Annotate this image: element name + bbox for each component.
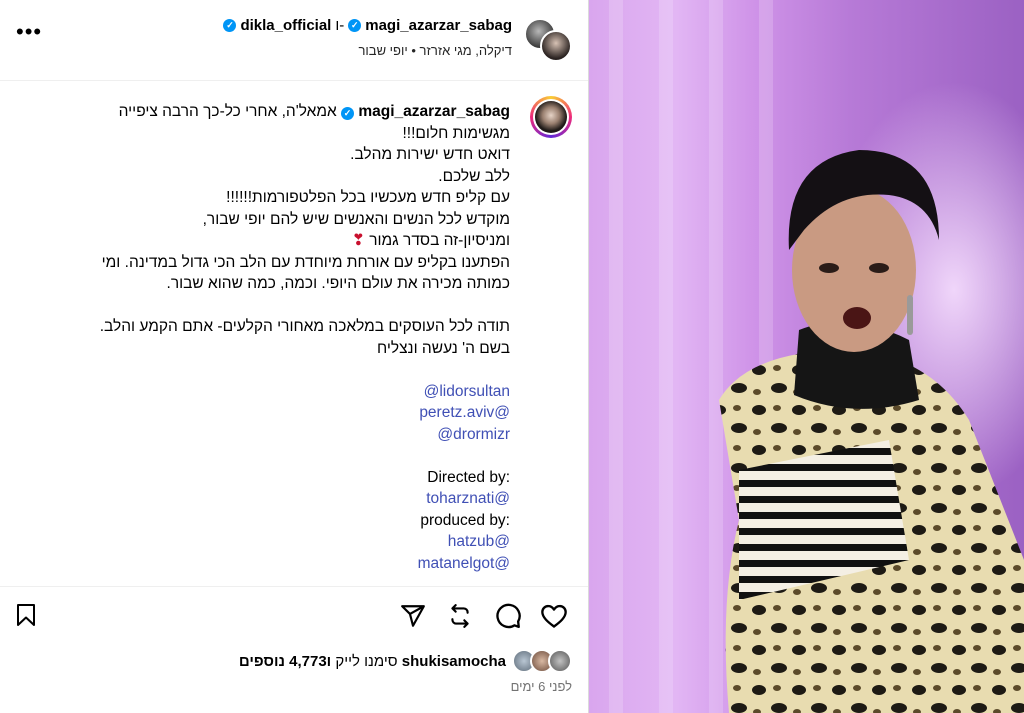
heart-icon[interactable] (540, 602, 568, 630)
caption-text: כמותה מכירה את עולם היופי. וכמה, כמה שהו… (166, 275, 510, 292)
mention-link[interactable]: matanelgot@ (418, 555, 510, 572)
caption-avatar[interactable] (530, 96, 572, 138)
liker-username[interactable]: shukisamocha (402, 653, 506, 670)
caption-text: הפתענו בקליפ עם אורחת מיוחדת עם הלב הכי … (101, 253, 510, 271)
verified-badge-icon: ✓ (341, 107, 355, 120)
caption-text: מגשימות חלום!!! (402, 124, 511, 142)
heart-exclamation-icon: ❣ (351, 232, 365, 249)
mention-link[interactable]: hatzub@ (448, 533, 510, 550)
author-primary-link[interactable]: magi_azarzar_sabag (365, 17, 512, 34)
audio-subtitle[interactable]: דיקלה, מגי אזרזר • יופי שבור (358, 43, 512, 58)
comment-icon[interactable] (494, 602, 522, 630)
author-connector: ו- (335, 17, 345, 34)
actions-divider (0, 586, 588, 587)
likes-suffix: סימנו לייק (335, 652, 398, 670)
more-options-icon[interactable]: ••• (16, 21, 42, 43)
verified-badge-icon: ✓ (223, 19, 237, 32)
caption-text: בשם ה' נעשה ונצליח (376, 339, 510, 357)
liker-avatars[interactable] (512, 649, 572, 673)
mention-link[interactable]: @drormizr (437, 426, 510, 443)
credit-label: produced by: (420, 511, 510, 529)
post-caption: magi_azarzar_sabag ✓ אמאל'ה, אחרי כל-כך … (50, 101, 510, 574)
collab-authors: ✓ dikla_official ו- ✓ magi_azarzar_sabag (223, 17, 512, 34)
post-timestamp[interactable]: לפני 6 ימים (511, 679, 572, 694)
caption-text: ומניסיון-זה בסדר גמור (369, 232, 510, 249)
caption-line-with-heart: ומניסיון-זה בסדר גמור ❣ (50, 230, 510, 252)
collab-avatars[interactable] (524, 18, 572, 62)
caption-text: מוקדש לכל הנשים והאנשים שיש להם יופי שבו… (202, 210, 510, 228)
caption-first-line: magi_azarzar_sabag ✓ אמאל'ה, אחרי כל-כך … (50, 101, 510, 123)
repost-icon[interactable] (447, 603, 473, 629)
likes-count[interactable]: 4,773 (289, 653, 327, 670)
caption-text: דואט חדש ישירות מהלב. (350, 146, 510, 163)
verified-badge-icon: ✓ (348, 19, 362, 32)
post-video[interactable] (589, 0, 1024, 713)
mention-link[interactable]: toharznati@ (426, 490, 510, 507)
caption-text: תודה לכל העוסקים במלאכה מאחורי הקלעים- א… (99, 318, 510, 335)
performer-image (719, 150, 1024, 713)
caption-username[interactable]: magi_azarzar_sabag (358, 103, 510, 120)
post-side-panel: ••• ✓ dikla_official ו- ✓ magi_azarzar_s… (0, 0, 588, 713)
send-icon[interactable] (400, 603, 426, 629)
avatar (548, 649, 572, 673)
mention-link[interactable]: @lidorsultan (424, 383, 510, 400)
avatar (540, 30, 572, 62)
author-secondary-link[interactable]: dikla_official (240, 17, 331, 34)
caption-text: עם קליפ חדש מעכשיו בכל הפלטפורמות!!!!!! (226, 189, 510, 206)
likes-others[interactable]: ו4,773 נוספים (239, 653, 331, 670)
caption-text: ללב שלכם. (438, 167, 510, 185)
mention-link[interactable]: peretz.aviv@ (419, 404, 510, 421)
caption-text: אמאל'ה, אחרי כל-כך הרבה ציפייה (118, 103, 337, 120)
post-header: ••• ✓ dikla_official ו- ✓ magi_azarzar_s… (0, 0, 588, 81)
likes-summary: shukisamocha סימנו לייק ו4,773 נוספים (239, 649, 572, 673)
bookmark-icon[interactable] (14, 603, 38, 627)
credit-label: Directed by: (427, 468, 510, 486)
